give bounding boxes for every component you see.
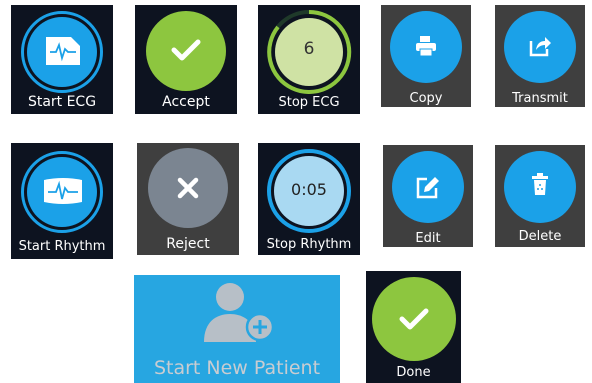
checkmark-icon — [399, 308, 429, 330]
accept-label: Accept — [162, 94, 210, 110]
copy-label: Copy — [409, 91, 443, 106]
reject-label: Reject — [166, 236, 210, 252]
start-rhythm-button[interactable]: Start Rhythm — [11, 143, 113, 259]
done-button[interactable]: Done — [366, 271, 461, 383]
done-label: Done — [396, 365, 431, 380]
stop-rhythm-button[interactable]: 0:05 Stop Rhythm — [258, 143, 360, 255]
delete-label: Delete — [518, 229, 562, 244]
stop-ecg-button[interactable]: 6 Stop ECG — [258, 5, 360, 114]
rhythm-strip-icon — [44, 178, 82, 204]
stop-rhythm-label: Stop Rhythm — [266, 237, 352, 252]
reject-button[interactable]: Reject — [137, 143, 239, 255]
x-icon — [177, 177, 199, 199]
transmit-label: Transmit — [512, 91, 568, 106]
edit-label: Edit — [415, 231, 441, 246]
copy-button[interactable]: Copy — [381, 5, 471, 107]
start-ecg-label: Start ECG — [27, 94, 97, 110]
accept-button[interactable]: Accept — [135, 5, 237, 114]
stop-rhythm-timer: 0:05 — [291, 180, 327, 199]
start-new-patient-button[interactable]: Start New Patient — [134, 275, 340, 383]
stop-ecg-count: 6 — [303, 39, 315, 59]
checkmark-icon — [171, 39, 201, 61]
ecg-card-icon — [46, 37, 80, 65]
share-icon — [529, 37, 551, 57]
start-ecg-button[interactable]: Start ECG — [11, 5, 113, 114]
trash-icon — [532, 173, 548, 195]
start-new-patient-label: Start New Patient — [153, 357, 321, 379]
pencil-edit-icon — [416, 177, 439, 199]
transmit-button[interactable]: Transmit — [495, 5, 585, 107]
edit-button[interactable]: Edit — [383, 145, 473, 247]
printer-icon — [416, 36, 436, 57]
add-person-icon — [204, 283, 275, 342]
start-rhythm-label: Start Rhythm — [18, 239, 106, 254]
delete-button[interactable]: Delete — [495, 145, 585, 247]
stop-ecg-label: Stop ECG — [278, 95, 340, 110]
